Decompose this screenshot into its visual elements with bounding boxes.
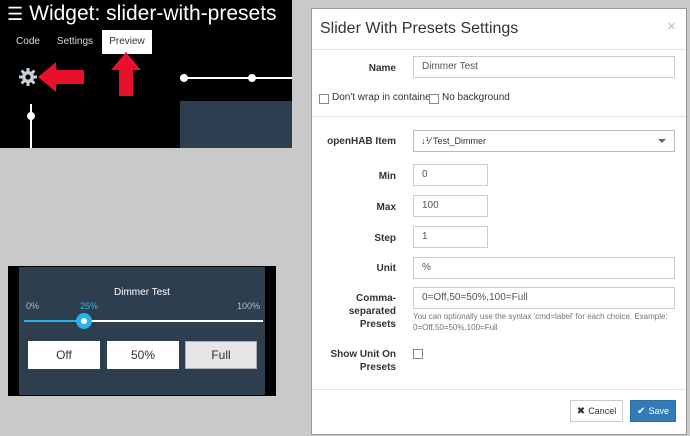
close-icon[interactable]: × [667, 18, 676, 35]
preview-area [0, 52, 292, 148]
preview-panel [180, 101, 292, 148]
cancel-button[interactable]: ✖ Cancel [570, 400, 623, 422]
dont-wrap-checkbox[interactable] [319, 94, 329, 104]
slider-fill [24, 320, 84, 322]
min-label: Min [378, 171, 396, 182]
check-icon: ✔ [637, 405, 646, 417]
red-arrow-left-icon [38, 62, 84, 92]
preset-button-50[interactable]: 50% [107, 341, 179, 369]
max-label: Max [376, 202, 396, 213]
presets-label: Comma-separated Presets [348, 293, 396, 330]
openhab-item-label: openHAB Item [327, 136, 396, 147]
slider-widget-card: Dimmer Test 0% 25% 100% Off 50% Full [19, 267, 265, 395]
editor-title-text: Widget: slider-with-presets [29, 2, 277, 25]
no-background-label: No background [442, 92, 510, 103]
show-unit-label: Show Unit On Presets [330, 349, 396, 373]
presets-input[interactable]: 0=Off,50=50%,100=Full [413, 287, 675, 309]
widget-editor: ☰ Widget: slider-with-presets Code Setti… [0, 0, 292, 148]
slider-knob[interactable] [75, 313, 92, 329]
presets-help-text: You can optionally use the syntax 'cmd=l… [413, 312, 668, 332]
preset-button-full[interactable]: Full [185, 341, 257, 369]
hamburger-menu-icon[interactable]: ☰ [7, 4, 23, 25]
chevron-down-icon [658, 139, 666, 143]
slider-handle[interactable] [248, 74, 256, 82]
slider-min-label: 0% [26, 301, 40, 311]
slider-handle[interactable] [180, 74, 188, 82]
close-icon: ✖ [576, 405, 586, 417]
dont-wrap-label: Don't wrap in container [332, 92, 434, 103]
step-input[interactable]: 1 [413, 226, 488, 248]
sort-numeric-icon: ↓⅟ [421, 136, 431, 146]
name-input[interactable]: Dimmer Test [413, 56, 675, 78]
dialog-title: Slider With Presets Settings [320, 20, 519, 37]
preview-vertical-slider[interactable] [27, 104, 35, 148]
tab-code[interactable]: Code [8, 30, 48, 54]
unit-label: Unit [376, 263, 396, 274]
slider-value-label: 25% [80, 301, 99, 311]
preview-horizontal-slider[interactable] [180, 74, 292, 82]
divider [312, 389, 686, 390]
slider-max-label: 100% [237, 301, 261, 311]
slider-widget: Dimmer Test 0% 25% 100% Off 50% Full [8, 266, 276, 396]
tab-preview[interactable]: Preview [102, 30, 152, 54]
editor-title: ☰ Widget: slider-with-presets [7, 2, 277, 26]
dialog-header: Slider With Presets Settings × [312, 9, 686, 50]
max-input[interactable]: 100 [413, 195, 488, 217]
min-input[interactable]: 0 [413, 164, 488, 186]
red-arrow-up-icon [111, 52, 141, 96]
preset-button-off[interactable]: Off [28, 341, 100, 369]
unit-input[interactable]: % [413, 257, 675, 279]
widget-title: Dimmer Test [114, 287, 170, 298]
openhab-item-select[interactable]: ↓⅟ Test_Dimmer [413, 130, 675, 152]
save-button[interactable]: ✔ Save [630, 400, 676, 422]
slider-handle[interactable] [27, 112, 35, 120]
save-button-label: Save [648, 406, 669, 416]
no-background-checkbox[interactable] [429, 94, 439, 104]
gear-icon[interactable] [18, 67, 38, 87]
cancel-button-label: Cancel [588, 406, 617, 416]
step-label: Step [374, 233, 396, 244]
editor-tabs: Code Settings Preview [0, 30, 292, 54]
tab-settings[interactable]: Settings [52, 30, 98, 54]
settings-dialog: Slider With Presets Settings × Name Dimm… [311, 8, 687, 435]
divider [312, 116, 686, 117]
show-unit-checkbox[interactable] [413, 349, 423, 359]
dimmer-slider[interactable] [24, 313, 263, 329]
name-label: Name [368, 63, 396, 74]
openhab-item-value: Test_Dimmer [432, 136, 486, 146]
